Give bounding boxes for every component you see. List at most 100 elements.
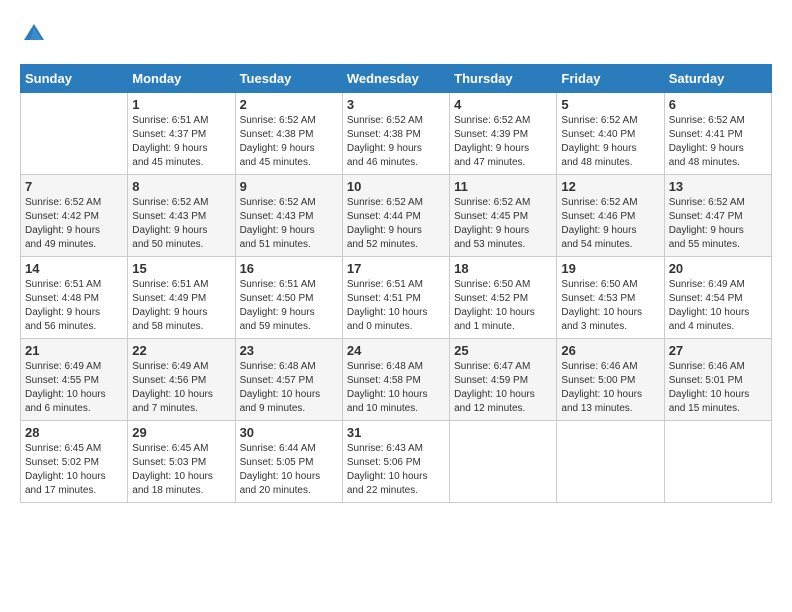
day-cell bbox=[450, 421, 557, 503]
day-number: 7 bbox=[25, 179, 123, 194]
day-cell bbox=[21, 93, 128, 175]
day-cell: 10 Sunrise: 6:52 AM Sunset: 4:44 PM Dayli… bbox=[342, 175, 449, 257]
day-info: Sunrise: 6:49 AM Sunset: 4:56 PM Dayligh… bbox=[132, 360, 230, 416]
day-number: 23 bbox=[240, 343, 338, 358]
day-number: 31 bbox=[347, 425, 445, 440]
day-cell: 26 Sunrise: 6:46 AM Sunset: 5:00 PM Dayli… bbox=[557, 339, 664, 421]
day-cell: 21 Sunrise: 6:49 AM Sunset: 4:55 PM Dayli… bbox=[21, 339, 128, 421]
column-header-saturday: Saturday bbox=[664, 65, 771, 93]
day-info: Sunrise: 6:47 AM Sunset: 4:59 PM Dayligh… bbox=[454, 360, 552, 416]
day-info: Sunrise: 6:46 AM Sunset: 5:00 PM Dayligh… bbox=[561, 360, 659, 416]
column-header-tuesday: Tuesday bbox=[235, 65, 342, 93]
week-row-1: 1 Sunrise: 6:51 AM Sunset: 4:37 PM Daylig… bbox=[21, 93, 772, 175]
logo bbox=[20, 20, 52, 48]
day-cell: 16 Sunrise: 6:51 AM Sunset: 4:50 PM Dayli… bbox=[235, 257, 342, 339]
day-cell: 14 Sunrise: 6:51 AM Sunset: 4:48 PM Dayli… bbox=[21, 257, 128, 339]
day-number: 11 bbox=[454, 179, 552, 194]
day-info: Sunrise: 6:52 AM Sunset: 4:38 PM Dayligh… bbox=[347, 114, 445, 170]
day-number: 5 bbox=[561, 97, 659, 112]
day-cell: 31 Sunrise: 6:43 AM Sunset: 5:06 PM Dayli… bbox=[342, 421, 449, 503]
day-cell: 24 Sunrise: 6:48 AM Sunset: 4:58 PM Dayli… bbox=[342, 339, 449, 421]
day-number: 19 bbox=[561, 261, 659, 276]
day-cell: 2 Sunrise: 6:52 AM Sunset: 4:38 PM Daylig… bbox=[235, 93, 342, 175]
day-number: 24 bbox=[347, 343, 445, 358]
day-info: Sunrise: 6:52 AM Sunset: 4:41 PM Dayligh… bbox=[669, 114, 767, 170]
day-number: 6 bbox=[669, 97, 767, 112]
day-number: 9 bbox=[240, 179, 338, 194]
column-header-sunday: Sunday bbox=[21, 65, 128, 93]
column-header-friday: Friday bbox=[557, 65, 664, 93]
day-number: 17 bbox=[347, 261, 445, 276]
day-cell: 1 Sunrise: 6:51 AM Sunset: 4:37 PM Daylig… bbox=[128, 93, 235, 175]
day-number: 30 bbox=[240, 425, 338, 440]
day-cell: 15 Sunrise: 6:51 AM Sunset: 4:49 PM Dayli… bbox=[128, 257, 235, 339]
day-number: 10 bbox=[347, 179, 445, 194]
day-number: 28 bbox=[25, 425, 123, 440]
day-info: Sunrise: 6:48 AM Sunset: 4:58 PM Dayligh… bbox=[347, 360, 445, 416]
day-number: 13 bbox=[669, 179, 767, 194]
day-number: 2 bbox=[240, 97, 338, 112]
day-number: 15 bbox=[132, 261, 230, 276]
day-cell: 27 Sunrise: 6:46 AM Sunset: 5:01 PM Dayli… bbox=[664, 339, 771, 421]
day-info: Sunrise: 6:51 AM Sunset: 4:48 PM Dayligh… bbox=[25, 278, 123, 334]
week-row-4: 21 Sunrise: 6:49 AM Sunset: 4:55 PM Dayli… bbox=[21, 339, 772, 421]
day-info: Sunrise: 6:52 AM Sunset: 4:47 PM Dayligh… bbox=[669, 196, 767, 252]
day-cell: 9 Sunrise: 6:52 AM Sunset: 4:43 PM Daylig… bbox=[235, 175, 342, 257]
column-header-wednesday: Wednesday bbox=[342, 65, 449, 93]
day-cell: 5 Sunrise: 6:52 AM Sunset: 4:40 PM Daylig… bbox=[557, 93, 664, 175]
day-info: Sunrise: 6:49 AM Sunset: 4:55 PM Dayligh… bbox=[25, 360, 123, 416]
day-info: Sunrise: 6:46 AM Sunset: 5:01 PM Dayligh… bbox=[669, 360, 767, 416]
day-cell: 12Sunrise: 6:52 AM Sunset: 4:46 PM Dayli… bbox=[557, 175, 664, 257]
day-info: Sunrise: 6:51 AM Sunset: 4:49 PM Dayligh… bbox=[132, 278, 230, 334]
day-info: Sunrise: 6:52 AM Sunset: 4:38 PM Dayligh… bbox=[240, 114, 338, 170]
day-number: 21 bbox=[25, 343, 123, 358]
day-cell: 7 Sunrise: 6:52 AM Sunset: 4:42 PM Daylig… bbox=[21, 175, 128, 257]
day-number: 1 bbox=[132, 97, 230, 112]
day-number: 14 bbox=[25, 261, 123, 276]
week-row-3: 14 Sunrise: 6:51 AM Sunset: 4:48 PM Dayli… bbox=[21, 257, 772, 339]
day-cell: 25 Sunrise: 6:47 AM Sunset: 4:59 PM Dayli… bbox=[450, 339, 557, 421]
day-number: 16 bbox=[240, 261, 338, 276]
day-cell: 20Sunrise: 6:49 AM Sunset: 4:54 PM Dayli… bbox=[664, 257, 771, 339]
day-info: Sunrise: 6:52 AM Sunset: 4:45 PM Dayligh… bbox=[454, 196, 552, 252]
column-header-monday: Monday bbox=[128, 65, 235, 93]
day-cell: 28 Sunrise: 6:45 AM Sunset: 5:02 PM Dayli… bbox=[21, 421, 128, 503]
day-number: 26 bbox=[561, 343, 659, 358]
day-number: 29 bbox=[132, 425, 230, 440]
header-row: SundayMondayTuesdayWednesdayThursdayFrid… bbox=[21, 65, 772, 93]
day-cell: 8Sunrise: 6:52 AM Sunset: 4:43 PM Daylig… bbox=[128, 175, 235, 257]
day-info: Sunrise: 6:45 AM Sunset: 5:03 PM Dayligh… bbox=[132, 442, 230, 498]
day-cell: 6 Sunrise: 6:52 AM Sunset: 4:41 PM Daylig… bbox=[664, 93, 771, 175]
day-number: 22 bbox=[132, 343, 230, 358]
day-info: Sunrise: 6:52 AM Sunset: 4:40 PM Dayligh… bbox=[561, 114, 659, 170]
day-cell: 19 Sunrise: 6:50 AM Sunset: 4:53 PM Dayli… bbox=[557, 257, 664, 339]
day-number: 20 bbox=[669, 261, 767, 276]
day-info: Sunrise: 6:52 AM Sunset: 4:39 PM Dayligh… bbox=[454, 114, 552, 170]
day-cell: 18Sunrise: 6:50 AM Sunset: 4:52 PM Dayli… bbox=[450, 257, 557, 339]
day-info: Sunrise: 6:45 AM Sunset: 5:02 PM Dayligh… bbox=[25, 442, 123, 498]
day-info: Sunrise: 6:52 AM Sunset: 4:44 PM Dayligh… bbox=[347, 196, 445, 252]
day-number: 27 bbox=[669, 343, 767, 358]
day-info: Sunrise: 6:50 AM Sunset: 4:53 PM Dayligh… bbox=[561, 278, 659, 334]
column-header-thursday: Thursday bbox=[450, 65, 557, 93]
day-info: Sunrise: 6:52 AM Sunset: 4:43 PM Dayligh… bbox=[240, 196, 338, 252]
day-info: Sunrise: 6:51 AM Sunset: 4:37 PM Dayligh… bbox=[132, 114, 230, 170]
day-info: Sunrise: 6:43 AM Sunset: 5:06 PM Dayligh… bbox=[347, 442, 445, 498]
day-number: 8 bbox=[132, 179, 230, 194]
day-info: Sunrise: 6:52 AM Sunset: 4:42 PM Dayligh… bbox=[25, 196, 123, 252]
day-cell bbox=[664, 421, 771, 503]
day-info: Sunrise: 6:51 AM Sunset: 4:50 PM Dayligh… bbox=[240, 278, 338, 334]
day-cell: 23Sunrise: 6:48 AM Sunset: 4:57 PM Dayli… bbox=[235, 339, 342, 421]
day-number: 3 bbox=[347, 97, 445, 112]
day-cell: 3 Sunrise: 6:52 AM Sunset: 4:38 PM Daylig… bbox=[342, 93, 449, 175]
day-number: 25 bbox=[454, 343, 552, 358]
day-cell: 13 Sunrise: 6:52 AM Sunset: 4:47 PM Dayli… bbox=[664, 175, 771, 257]
day-cell: 4Sunrise: 6:52 AM Sunset: 4:39 PM Daylig… bbox=[450, 93, 557, 175]
week-row-5: 28 Sunrise: 6:45 AM Sunset: 5:02 PM Dayli… bbox=[21, 421, 772, 503]
day-cell bbox=[557, 421, 664, 503]
day-number: 12 bbox=[561, 179, 659, 194]
day-info: Sunrise: 6:51 AM Sunset: 4:51 PM Dayligh… bbox=[347, 278, 445, 334]
calendar-table: SundayMondayTuesdayWednesdayThursdayFrid… bbox=[20, 64, 772, 503]
page-header bbox=[20, 20, 772, 48]
day-info: Sunrise: 6:44 AM Sunset: 5:05 PM Dayligh… bbox=[240, 442, 338, 498]
